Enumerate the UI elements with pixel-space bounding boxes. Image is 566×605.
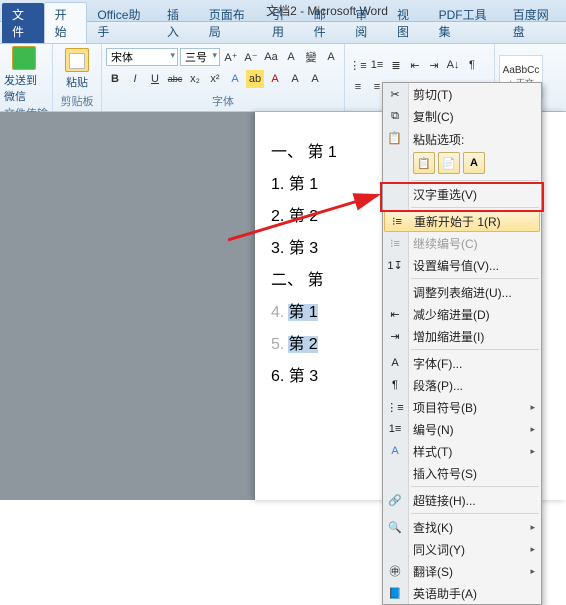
italic-button[interactable]: I [126,70,144,88]
submenu-arrow-icon: ▸ [530,446,535,457]
group-font: 宋体 三号 A⁺ A⁻ Aa A 變 A B I U abc x₂ x² A a… [102,44,345,111]
char-border-button[interactable]: A [322,48,340,66]
styles-icon: A [387,443,403,459]
font-color-button[interactable]: A [266,70,284,88]
font-icon: A [387,355,403,371]
bold-button[interactable]: B [106,70,124,88]
phonetic-button[interactable]: 變 [302,48,320,66]
ctx-english-assistant[interactable]: 📘英语助手(A) [383,582,541,604]
wechat-icon [12,46,36,70]
ctx-hyperlink[interactable]: 🔗超链接(H)... [383,489,541,511]
sort-button[interactable]: A↓ [444,56,462,74]
tab-pdf[interactable]: PDF工具集 [429,3,503,43]
show-marks-button[interactable]: ¶ [463,56,481,74]
submenu-arrow-icon: ▸ [530,544,535,555]
ctx-reconvert[interactable]: 汉字重选(V) [383,183,541,205]
bullets-icon: ⋮≡ [387,399,403,415]
ctx-synonyms[interactable]: 同义词(Y)▸ [383,538,541,560]
ctx-insert-symbol[interactable]: 插入符号(S) [383,462,541,484]
paste-options: 📋 📄 A [383,150,541,178]
ctx-continue-numbering: ⁝≡继续编号(C) [383,232,541,254]
font-size-combo[interactable]: 三号 [180,48,220,66]
submenu-arrow-icon: ▸ [530,424,535,435]
submenu-arrow-icon: ▸ [530,402,535,413]
ctx-numbering[interactable]: 1≡编号(N)▸ [383,418,541,440]
shrink-font-button[interactable]: A⁻ [242,48,260,66]
ctx-paste-options-label: 📋粘贴选项: [383,127,541,150]
send-to-wechat-button[interactable]: 发送到微信 [4,46,44,104]
ctx-translate[interactable]: ㊥翻译(S)▸ [383,560,541,582]
restart-numbering-icon: ⁝≡ [389,213,405,229]
set-value-icon: 1↧ [387,257,403,273]
superscript-button[interactable]: x² [206,70,224,88]
paste-button[interactable]: 粘贴 [57,48,97,90]
find-icon: 🔍 [387,519,403,535]
inc-indent-icon: ⇥ [387,328,403,344]
text-effects-button[interactable]: A [226,70,244,88]
enclose-char-button[interactable]: A [306,70,324,88]
assistant-icon: 📘 [387,585,403,601]
copy-icon: ⧉ [387,108,403,124]
tab-review[interactable]: 审阅 [345,3,387,43]
dec-indent-icon: ⇤ [387,306,403,322]
context-menu: ✂剪切(T) ⧉复制(C) 📋粘贴选项: 📋 📄 A 汉字重选(V) ⁝≡重新开… [382,82,542,605]
tab-office-assistant[interactable]: Office助手 [87,3,157,43]
link-icon: 🔗 [387,492,403,508]
ctx-decrease-indent[interactable]: ⇤减少缩进量(D) [383,303,541,325]
ctx-styles[interactable]: A样式(T)▸ [383,440,541,462]
translate-icon: ㊥ [387,563,403,579]
tab-mailings[interactable]: 邮件 [304,3,346,43]
char-shading-button[interactable]: A [286,70,304,88]
paste-icon: 📋 [387,131,402,145]
numbering-button[interactable]: 1≡ [368,56,386,74]
gray-margin [0,112,255,500]
tab-home[interactable]: 开始 [44,2,88,43]
ctx-paragraph[interactable]: ¶段落(P)... [383,374,541,396]
multilevel-button[interactable]: ≣ [387,56,405,74]
group-clipboard: 粘贴 剪贴板 [53,44,102,111]
tab-view[interactable]: 视图 [387,3,429,43]
strike-button[interactable]: abc [166,70,184,88]
ctx-font[interactable]: A字体(F)... [383,352,541,374]
font-name-combo[interactable]: 宋体 [106,48,178,66]
paste-merge-button[interactable]: 📄 [438,152,460,174]
ctx-adjust-list-indent[interactable]: 调整列表缩进(U)... [383,281,541,303]
ribbon-tabs: 文件 开始 Office助手 插入 页面布局 引用 邮件 审阅 视图 PDF工具… [0,22,566,44]
submenu-arrow-icon: ▸ [530,566,535,577]
paragraph-icon: ¶ [387,377,403,393]
ctx-set-numbering-value[interactable]: 1↧设置编号值(V)... [383,254,541,276]
group-file-transfer: 发送到微信 文件传输 [0,44,53,111]
scissors-icon: ✂ [387,86,403,102]
subscript-button[interactable]: x₂ [186,70,204,88]
clear-format-button[interactable]: A [282,48,300,66]
underline-button[interactable]: U [146,70,164,88]
ctx-copy[interactable]: ⧉复制(C) [383,105,541,127]
change-case-button[interactable]: Aa [262,48,280,66]
tab-file[interactable]: 文件 [2,3,44,43]
tab-baidu[interactable]: 百度网盘 [503,3,566,43]
group-label: 字体 [106,92,340,111]
numbering-icon: 1≡ [387,421,403,437]
highlight-button[interactable]: ab [246,70,264,88]
inc-indent-button[interactable]: ⇥ [425,56,443,74]
paste-icon [65,48,89,72]
submenu-arrow-icon: ▸ [530,522,535,533]
ctx-increase-indent[interactable]: ⇥增加缩进量(I) [383,325,541,347]
group-label: 剪贴板 [57,92,97,111]
align-left-button[interactable]: ≡ [349,78,367,96]
grow-font-button[interactable]: A⁺ [222,48,240,66]
tab-insert[interactable]: 插入 [157,3,199,43]
ctx-bullets[interactable]: ⋮≡项目符号(B)▸ [383,396,541,418]
ctx-find[interactable]: 🔍查找(K)▸ [383,516,541,538]
ctx-cut[interactable]: ✂剪切(T) [383,83,541,105]
bullets-button[interactable]: ⋮≡ [349,56,367,74]
tab-references[interactable]: 引用 [262,3,304,43]
paste-text-only-button[interactable]: A [463,152,485,174]
ctx-restart-at-1[interactable]: ⁝≡重新开始于 1(R) [384,210,540,232]
paste-keep-source-button[interactable]: 📋 [413,152,435,174]
tab-layout[interactable]: 页面布局 [199,3,262,43]
continue-numbering-icon: ⁝≡ [387,235,403,251]
dec-indent-button[interactable]: ⇤ [406,56,424,74]
